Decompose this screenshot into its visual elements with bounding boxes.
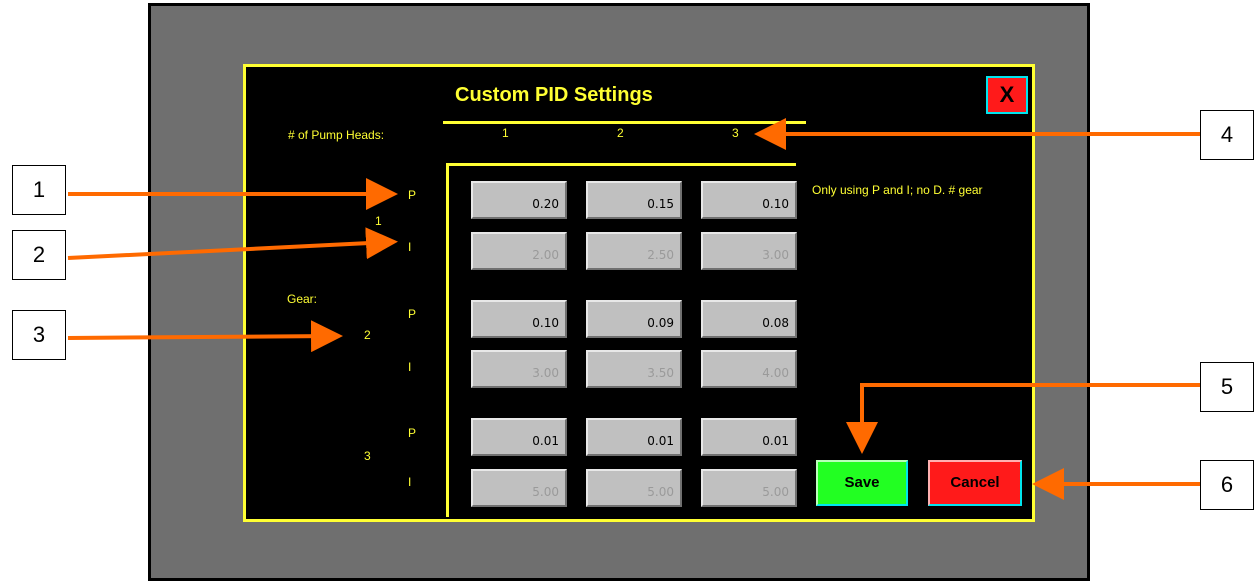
callout-1: 1 (12, 165, 66, 215)
callout-6: 6 (1200, 460, 1254, 510)
callout-3: 3 (12, 310, 66, 360)
callout-5-arrow (846, 383, 1200, 454)
callout-3-arrow (67, 320, 343, 353)
callout-2: 2 (12, 230, 66, 280)
callout-4: 4 (1200, 110, 1254, 160)
callout-5: 5 (1200, 362, 1254, 412)
callout-2-arrow (67, 227, 398, 260)
callout-arrows (67, 118, 1200, 500)
